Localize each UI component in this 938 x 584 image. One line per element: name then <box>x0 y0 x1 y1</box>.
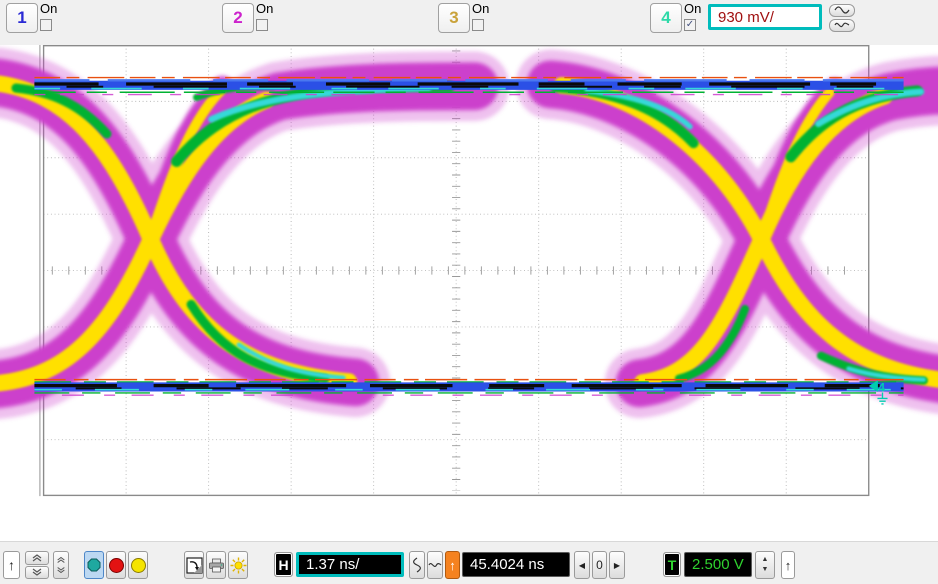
stop-button[interactable] <box>106 551 126 579</box>
channel-1-button[interactable]: 1 <box>6 3 38 33</box>
channel-2-on-checkbox[interactable] <box>256 19 268 31</box>
trigger-point-button[interactable]: ↑ <box>445 551 460 579</box>
eye-diagram-canvas: 4 <box>0 45 938 541</box>
print-button[interactable] <box>206 551 226 579</box>
up-arrow-icon: ↑ <box>785 558 792 573</box>
down-triangle-icon: ▼ <box>762 565 769 575</box>
eye-bottom-rail <box>34 380 903 396</box>
scale-fine-button[interactable] <box>829 19 855 32</box>
channel-4-button[interactable]: 4 <box>650 3 682 33</box>
channel-1-on-label: On <box>40 1 70 16</box>
double-chevron-up-icon <box>31 554 43 562</box>
position-right-button[interactable]: ▶ <box>609 551 625 579</box>
trigger-scale-up-button[interactable]: ↑ <box>781 551 795 579</box>
up-arrow-icon: ↑ <box>8 557 15 573</box>
double-chevron-down-icon <box>56 566 66 574</box>
timebase-vernier-button[interactable] <box>427 551 443 579</box>
trigger-level-spinner[interactable]: ▲ ▼ <box>755 551 775 579</box>
run-button[interactable] <box>84 551 104 579</box>
stop-circle-icon <box>109 558 124 573</box>
sine-wave-icon <box>428 561 442 569</box>
horizontal-position-field[interactable]: 45.4024 ns <box>462 552 570 577</box>
eye-top-rail <box>34 78 903 95</box>
channel-2-on-label: On <box>256 1 286 16</box>
right-triangle-icon: ▶ <box>614 561 620 570</box>
trigger-menu-button[interactable]: T <box>663 552 681 577</box>
page-flip-icon <box>186 557 203 574</box>
horizontal-menu-button[interactable]: H <box>274 552 293 577</box>
vertical-sine-icon <box>413 557 421 573</box>
channel-toolbar: 1 On 2 On 3 On 4 On ✓ 930 mV/ <box>0 0 938 45</box>
channel-3-button[interactable]: 3 <box>438 3 470 33</box>
brightness-button[interactable] <box>228 551 248 579</box>
scale-coarse-button[interactable] <box>829 4 855 17</box>
horizontal-trigger-toolbar: ↑ <box>0 541 938 584</box>
double-chevron-down-icon <box>31 568 43 576</box>
channel-4-on-checkbox[interactable]: ✓ <box>684 19 696 31</box>
sine-wave-icon <box>834 20 850 32</box>
single-circle-icon <box>131 558 146 573</box>
up-triangle-icon: ▲ <box>762 555 769 565</box>
square-wave-icon <box>834 5 850 17</box>
scale-fine-spinner[interactable] <box>53 551 69 579</box>
scale-coarse-down-button[interactable] <box>25 566 49 580</box>
scale-coarse-up-button[interactable] <box>25 551 49 565</box>
channel-3-on-label: On <box>472 1 502 16</box>
trigger-level-field[interactable]: 2.500 V <box>684 552 752 577</box>
channel-1-on-checkbox[interactable] <box>40 19 52 31</box>
printer-icon <box>208 558 225 573</box>
channel-2-button[interactable]: 2 <box>222 3 254 33</box>
screen-copy-button[interactable] <box>184 551 204 579</box>
timebase-scale-field[interactable]: 1.37 ns/ <box>296 552 404 577</box>
position-left-button[interactable]: ◀ <box>574 551 590 579</box>
timebase-fine-button[interactable] <box>409 551 425 579</box>
double-chevron-up-icon <box>56 556 66 564</box>
sun-icon <box>230 557 247 574</box>
channel-3-on-checkbox[interactable] <box>472 19 484 31</box>
channel-4-marker-label: 4 <box>878 381 885 395</box>
up-arrow-icon: ↑ <box>449 558 456 573</box>
waveform-display: 4 <box>0 45 938 541</box>
single-button[interactable] <box>128 551 148 579</box>
run-octagon-icon <box>87 558 101 572</box>
channel-4-scale-field[interactable]: 930 mV/ <box>708 4 822 30</box>
left-triangle-icon: ◀ <box>579 561 585 570</box>
vertical-scale-up-button[interactable]: ↑ <box>3 551 20 579</box>
position-zero-button[interactable]: 0 <box>592 551 607 579</box>
